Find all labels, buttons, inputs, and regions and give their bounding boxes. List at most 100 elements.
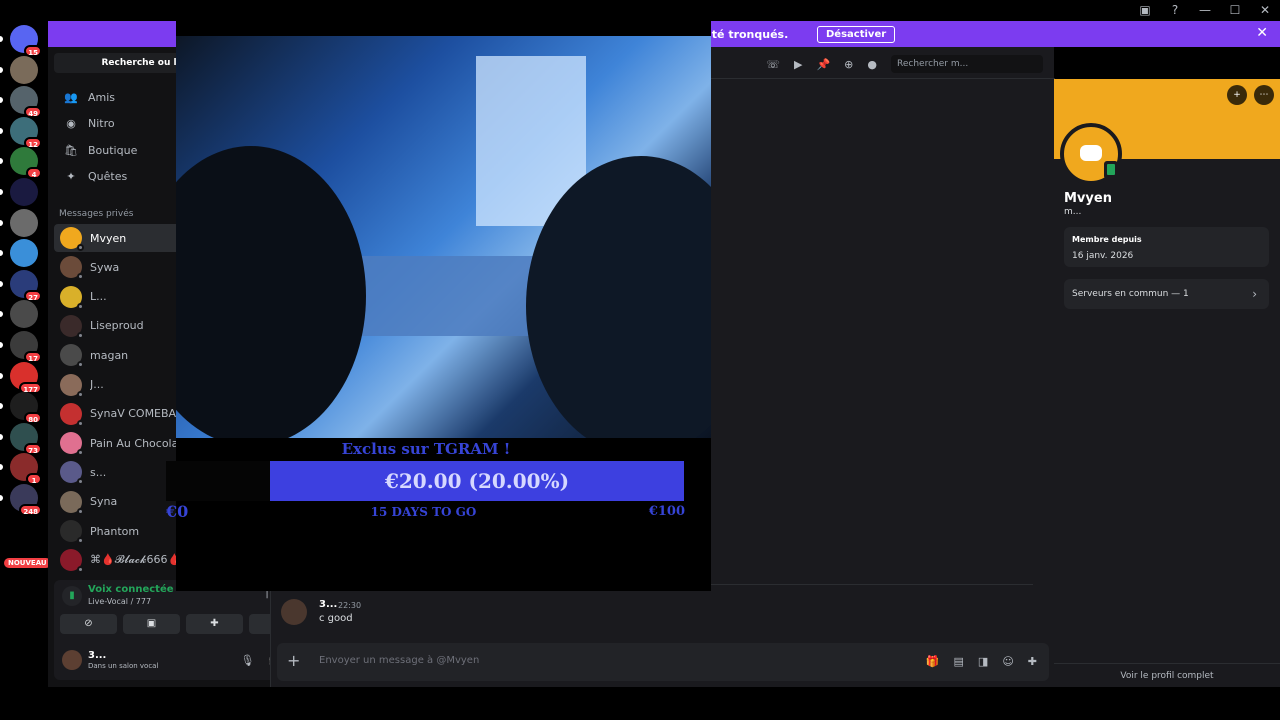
avatar xyxy=(60,256,84,281)
new-badge: NOUVEAU xyxy=(4,558,51,568)
minimize-icon[interactable]: — xyxy=(1190,3,1220,17)
call-icon[interactable]: ☏ xyxy=(766,58,780,71)
camera-button[interactable]: ⊘ xyxy=(60,614,117,634)
server-icon[interactable]: 12 xyxy=(10,116,42,149)
activities-button[interactable]: ✚ xyxy=(186,614,243,634)
more-icon[interactable]: ⋯ xyxy=(1254,85,1274,105)
avatar xyxy=(60,549,84,574)
emoji-icon[interactable]: ☺ xyxy=(1002,655,1013,668)
avatar[interactable] xyxy=(62,650,82,670)
gift-icon[interactable]: 🎁 xyxy=(926,655,940,668)
goal-progress-bar: €20.00 (20.00%) xyxy=(270,461,684,501)
pin-icon[interactable]: 📌 xyxy=(816,58,830,71)
server-icon[interactable] xyxy=(10,208,38,237)
unread-badge: 17 xyxy=(24,351,42,363)
server-icon[interactable]: 80 xyxy=(10,392,42,425)
dm-header: Messages privés xyxy=(59,209,134,219)
server-icon[interactable]: 248 xyxy=(10,484,42,516)
message-composer[interactable]: + Envoyer un message à @Mvyen 🎁 ▤ ◨ ☺ ✚ xyxy=(277,643,1049,681)
shop-icon: 🛍 xyxy=(64,143,78,157)
dm-name: J... xyxy=(90,378,104,391)
avatar[interactable] xyxy=(281,599,307,625)
server-icon[interactable]: 4 xyxy=(10,147,42,180)
unread-pill xyxy=(0,66,3,73)
server-icon[interactable]: 177 xyxy=(10,361,42,394)
person-shape xyxy=(176,146,366,438)
full-profile-link[interactable]: Voir le profil complet xyxy=(1054,663,1280,687)
avatar xyxy=(60,490,84,515)
close-icon[interactable]: ✕ xyxy=(1256,25,1268,41)
activities-icon: ✚ xyxy=(210,618,219,629)
camera-off-icon: ⊘ xyxy=(84,618,93,629)
search-input[interactable]: Rechercher m... xyxy=(891,55,1043,73)
profile-icon[interactable]: ● xyxy=(867,58,877,71)
goal-max: €100 xyxy=(648,504,685,519)
server-icon[interactable]: 1 xyxy=(10,453,42,486)
message-author[interactable]: 3... xyxy=(319,599,337,610)
server-icon[interactable] xyxy=(10,178,38,206)
maximize-icon[interactable]: ☐ xyxy=(1220,3,1250,17)
server-icon[interactable] xyxy=(10,239,38,268)
add-friend-icon[interactable]: ⊕ xyxy=(844,58,853,71)
message-time: 22:30 xyxy=(338,601,362,610)
status-indicator xyxy=(77,449,84,457)
title-bar: ▣ ? — ☐ ✕ xyxy=(0,0,1280,20)
unread-pill xyxy=(0,372,3,379)
server-icon[interactable]: 73 xyxy=(10,422,42,455)
message-input[interactable]: Envoyer un message à @Mvyen xyxy=(319,655,479,666)
server-icon[interactable] xyxy=(10,55,38,84)
status-indicator xyxy=(77,537,84,544)
add-friend-icon[interactable]: + xyxy=(1227,85,1247,105)
discord-logo-icon xyxy=(1080,145,1102,161)
unread-pill xyxy=(0,433,3,440)
screenshare-button[interactable]: ▣ xyxy=(123,614,180,634)
video-icon[interactable]: ▶ xyxy=(794,58,802,71)
nitro-icon: ◉ xyxy=(66,117,76,131)
mic-icon[interactable]: 🎙 xyxy=(240,654,254,667)
stream-overlay[interactable]: Exclus sur TGRAM ! €20.00 (20.00%) €0 15… xyxy=(166,20,711,591)
member-since-card: Membre depuis 16 janv. 2026 xyxy=(1064,227,1269,267)
server-icon[interactable]: 17 xyxy=(10,331,42,363)
status-indicator xyxy=(77,390,84,398)
server-icon[interactable]: 49 xyxy=(10,86,42,119)
unread-badge: 1 xyxy=(26,473,42,486)
mutual-servers[interactable]: Serveurs en commun — 1 › xyxy=(1064,279,1269,309)
help-icon[interactable]: ? xyxy=(1160,3,1190,17)
disable-button[interactable]: Désactiver xyxy=(817,26,896,43)
nav-label: Nitro xyxy=(88,117,115,131)
screenshare-icon: ▣ xyxy=(146,618,157,629)
dm-name: ⌘🩸𝓑𝓵𝓪𝓬𝓴666🩸 xyxy=(90,553,182,567)
status-indicator xyxy=(77,478,84,486)
plus-icon[interactable]: + xyxy=(287,652,300,670)
dm-name: L... xyxy=(90,290,107,304)
voice-status: Voix connectée xyxy=(88,584,174,595)
status-indicator xyxy=(77,244,84,251)
dm-name: Phantom xyxy=(90,524,140,538)
status-indicator xyxy=(77,507,84,515)
avatar xyxy=(60,402,84,427)
signal-icon[interactable]: ▮ xyxy=(62,586,82,606)
apps-icon[interactable]: ✚ xyxy=(1028,655,1037,668)
user-name[interactable]: 3... xyxy=(88,650,106,661)
close-window-icon[interactable]: ✕ xyxy=(1250,3,1280,17)
dm-name: Pain Au Chocolat xyxy=(90,436,183,450)
server-icon[interactable] xyxy=(10,300,38,329)
nav-label: Amis xyxy=(88,90,116,104)
inbox-icon[interactable]: ▣ xyxy=(1130,3,1160,17)
member-since-value: 16 janv. 2026 xyxy=(1072,251,1134,261)
unread-pill xyxy=(0,403,3,410)
member-since-label: Membre depuis xyxy=(1072,235,1142,244)
server-icon[interactable]: 27 xyxy=(10,269,42,302)
profile-avatar[interactable] xyxy=(1060,123,1122,185)
unread-badge: 15 xyxy=(24,45,42,57)
voice-channel[interactable]: Live-Vocal / 777 xyxy=(88,597,151,606)
banner-text: ité tronqués. xyxy=(708,27,789,41)
dm-name: Syna xyxy=(90,495,118,509)
gif-icon[interactable]: ▤ xyxy=(954,655,964,668)
server-icon[interactable]: 15 xyxy=(10,25,42,57)
avatar xyxy=(60,285,84,310)
avatar xyxy=(60,461,84,486)
mutual-servers-label: Serveurs en commun — 1 xyxy=(1072,289,1189,299)
sticker-icon[interactable]: ◨ xyxy=(978,655,988,668)
nav-label: Quêtes xyxy=(88,170,128,184)
